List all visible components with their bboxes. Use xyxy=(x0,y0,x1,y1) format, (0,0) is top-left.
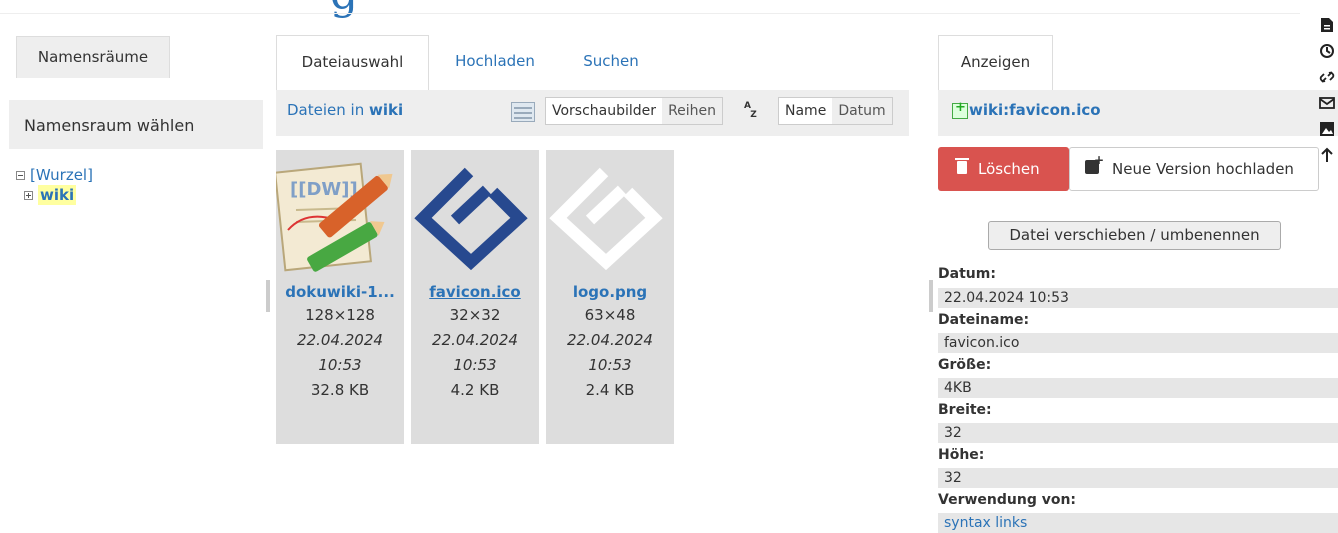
page-icon[interactable] xyxy=(1316,12,1338,38)
file-meta: 63×48 22.04.2024 10:53 2.4 KB xyxy=(546,303,674,403)
trash-icon xyxy=(955,158,969,174)
sort-name-option[interactable]: Name xyxy=(779,98,832,124)
detail-key: Dateiname: xyxy=(938,312,1030,328)
mail-icon[interactable] xyxy=(1316,90,1338,116)
sort-toggle: Name Datum xyxy=(778,97,893,125)
namespace-tree: [Wurzel] wiki xyxy=(16,165,93,205)
move-rename-button[interactable]: Datei verschieben / umbenennen xyxy=(988,221,1281,250)
file-date: 22.04.2024 xyxy=(432,331,518,349)
file-list-toolbar: Dateien in wiki Vorschaubilder Reihen A … xyxy=(276,90,909,136)
link-icon[interactable] xyxy=(1316,64,1338,90)
file-size: 4.2 KB xyxy=(450,381,500,399)
file-time: 10:53 xyxy=(588,356,632,374)
file-type-icon xyxy=(952,100,968,119)
tab-file-selection[interactable]: Dateiauswahl xyxy=(276,35,429,90)
detail-key: Datum: xyxy=(938,266,996,282)
sort-az-icon: A Z xyxy=(744,101,757,120)
detail-key: Höhe: xyxy=(938,447,985,463)
file-meta: 128×128 22.04.2024 10:53 32.8 KB xyxy=(276,303,404,403)
file-name-link[interactable]: logo.png xyxy=(546,283,674,301)
detail-value: 32 xyxy=(938,423,1338,443)
svg-text:[[DW]]: [[DW]] xyxy=(290,179,358,200)
logo-image[interactable] xyxy=(546,150,674,280)
upload-new-version-button[interactable]: Neue Version hochladen xyxy=(1069,139,1319,191)
sort-date-option[interactable]: Datum xyxy=(832,98,892,124)
page-title: g xyxy=(330,0,358,19)
file-size: 32.8 KB xyxy=(310,381,370,399)
file-time: 10:53 xyxy=(318,356,362,374)
detail-key: Breite: xyxy=(938,402,992,418)
file-details-list: Datum: 22.04.2024 10:53 Dateiname: favic… xyxy=(938,228,1338,533)
file-name-link[interactable]: dokuwiki-1... xyxy=(276,283,404,301)
header-divider xyxy=(0,13,1300,14)
view-toggle: Vorschaubilder Reihen xyxy=(545,97,724,125)
file-dimensions: 63×48 xyxy=(584,306,636,324)
panel-resize-handle[interactable] xyxy=(266,280,270,312)
view-thumbnails-option[interactable]: Vorschaubilder xyxy=(546,98,662,124)
dokuwiki-logo-image[interactable]: [[DW]] xyxy=(274,150,404,280)
file-size: 2.4 KB xyxy=(585,381,635,399)
detail-value: 22.04.2024 10:53 xyxy=(938,288,1338,308)
expand-icon[interactable] xyxy=(24,190,33,200)
detail-value: 4KB xyxy=(938,378,1338,398)
file-thumbnail[interactable]: [[DW]] dokuwiki-1... 128×128 22.04.2024 … xyxy=(274,150,404,444)
tab-view[interactable]: Anzeigen xyxy=(938,35,1053,90)
delete-button[interactable]: Löschen xyxy=(938,147,1069,191)
collapse-icon[interactable] xyxy=(16,170,25,180)
tree-item-wiki[interactable]: wiki xyxy=(16,185,93,205)
file-meta: 32×32 22.04.2024 10:53 4.2 KB xyxy=(411,303,539,403)
file-detail-header: wiki:favicon.ico xyxy=(938,90,1338,136)
detail-value-link[interactable]: syntax links xyxy=(938,513,1338,533)
file-time: 10:53 xyxy=(453,356,497,374)
tab-search[interactable]: Suchen xyxy=(566,35,656,90)
detail-value: favicon.ico xyxy=(938,333,1338,353)
file-date: 22.04.2024 xyxy=(567,331,653,349)
media-icon[interactable] xyxy=(1316,116,1338,142)
detail-key: Verwendung von: xyxy=(938,492,1077,508)
tree-item-label[interactable]: [Wurzel] xyxy=(30,165,93,185)
tree-item-root[interactable]: [Wurzel] xyxy=(16,165,93,185)
files-in-label: Dateien in wiki xyxy=(287,101,404,119)
page-tools xyxy=(1316,12,1338,168)
arrow-up-icon[interactable] xyxy=(1316,142,1338,168)
tab-upload[interactable]: Hochladen xyxy=(440,35,550,90)
file-dimensions: 32×32 xyxy=(449,306,501,324)
view-list-icon xyxy=(511,102,535,122)
file-thumbnail[interactable]: logo.png 63×48 22.04.2024 10:53 2.4 KB xyxy=(546,150,674,444)
detail-key: Größe: xyxy=(938,357,992,373)
file-id-link[interactable]: wiki:favicon.ico xyxy=(969,101,1101,119)
tab-namespaces[interactable]: Namensräume xyxy=(16,36,170,78)
current-namespace: wiki xyxy=(368,101,404,119)
upload-icon xyxy=(1085,139,1104,181)
view-rows-option[interactable]: Reihen xyxy=(662,98,723,124)
panel-resize-handle[interactable] xyxy=(929,280,933,312)
file-date: 22.04.2024 xyxy=(297,331,383,349)
history-icon[interactable] xyxy=(1316,38,1338,64)
namespace-choose-label: Namensraum wählen xyxy=(9,100,263,149)
detail-value: 32 xyxy=(938,468,1338,488)
file-thumbnail[interactable]: favicon.ico 32×32 22.04.2024 10:53 4.2 K… xyxy=(411,150,539,444)
tree-item-label[interactable]: wiki xyxy=(38,185,77,205)
favicon-image[interactable] xyxy=(411,150,539,280)
file-dimensions: 128×128 xyxy=(305,306,375,324)
file-name-link[interactable]: favicon.ico xyxy=(411,283,539,301)
